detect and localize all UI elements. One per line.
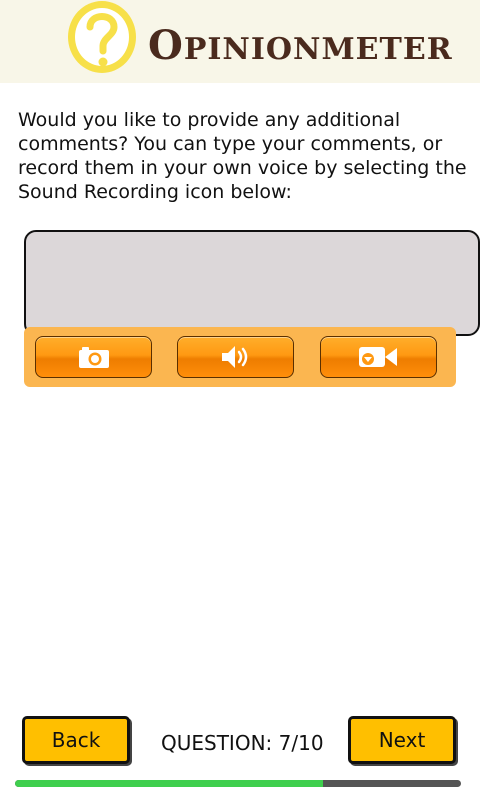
question-prompt: Would you like to provide any additional… [18,109,467,203]
progress-bar [15,780,461,787]
speaker-icon [221,346,247,368]
video-button[interactable] [320,336,437,378]
next-button[interactable]: Next [348,716,456,764]
photo-button[interactable] [35,336,152,378]
brand-initial: O [148,22,184,69]
back-button[interactable]: Back [22,716,130,764]
comment-input[interactable] [24,230,480,336]
app-header: OPINIONMETER [0,0,480,83]
question-mark-circle-icon [68,1,136,73]
camera-icon [78,347,109,368]
brand-title: OPINIONMETER [148,26,453,66]
video-camera-icon [358,347,397,367]
media-toolbar [24,327,456,387]
sound-recording-button[interactable] [177,336,294,378]
question-counter: QUESTION: 7/10 [161,731,324,755]
brand-rest: PINIONMETER [183,32,453,67]
progress-fill [15,780,323,787]
